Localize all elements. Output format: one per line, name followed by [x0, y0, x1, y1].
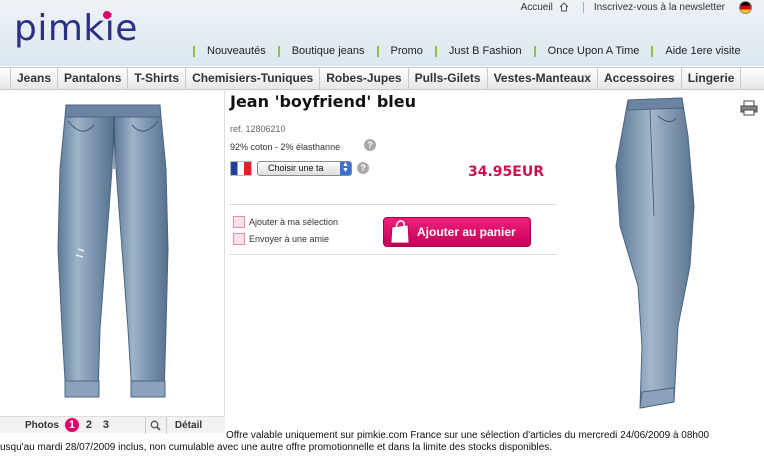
- nav-label: Boutique jeans: [291, 45, 365, 57]
- send-friend-icon: [233, 233, 245, 245]
- size-help-icon[interactable]: ?: [357, 162, 369, 174]
- nav-separator: [376, 45, 379, 57]
- print-icon[interactable]: [740, 100, 758, 116]
- newsletter-link[interactable]: Inscrivez-vous à la newsletter: [594, 2, 725, 13]
- nav-label: Just B Fashion: [448, 45, 522, 57]
- nav-separator: [651, 45, 654, 57]
- composition-help-icon[interactable]: ?: [364, 139, 376, 151]
- germany-flag-icon[interactable]: [739, 0, 752, 14]
- category-vestes-manteaux[interactable]: Vestes-Manteaux: [488, 68, 598, 89]
- add-to-cart-label: Ajouter au panier: [417, 225, 516, 239]
- add-to-selection-label: Ajouter à ma sélection: [249, 217, 339, 227]
- top-link-separator: [582, 1, 584, 13]
- product-image-front[interactable]: [48, 99, 178, 404]
- nav-separator: [277, 45, 280, 57]
- photos-label: Photos: [25, 419, 59, 431]
- home-icon: [559, 2, 569, 12]
- shopping-bag-icon: [390, 220, 410, 244]
- category-lingerie[interactable]: Lingerie: [682, 68, 742, 89]
- category-t-shirts[interactable]: T-Shirts: [128, 68, 187, 89]
- nav-label: Nouveautés: [207, 45, 266, 57]
- nav-item-promo[interactable]: Promo: [365, 45, 423, 57]
- size-select-value: Choisir une ta: [268, 163, 324, 173]
- product-title: Jean 'boyfriend' bleu: [230, 92, 417, 111]
- logo-dot: [103, 11, 111, 19]
- nav-item-just-b-fashion[interactable]: Just B Fashion: [423, 45, 522, 57]
- category-bar: Jeans Pantalons T-Shirts Chemisiers-Tuni…: [0, 67, 764, 90]
- divider: [229, 254, 557, 255]
- product-image-side[interactable]: [598, 96, 708, 414]
- product-reference: ref. 12806210: [230, 124, 286, 134]
- detail-link[interactable]: Détail: [175, 420, 202, 431]
- category-pantalons[interactable]: Pantalons: [58, 68, 129, 89]
- divider: [229, 204, 557, 205]
- nav-item-boutique-jeans[interactable]: Boutique jeans: [266, 45, 365, 57]
- select-arrow-icon: ▲ ▼: [340, 161, 351, 175]
- send-to-friend-link[interactable]: Envoyer à une amie: [233, 233, 329, 245]
- send-to-friend-label: Envoyer à une amie: [249, 234, 330, 244]
- selection-icon: [233, 216, 245, 228]
- main-nav: Nouveautés Boutique jeans Promo Just B F…: [193, 43, 741, 59]
- category-pulls-gilets[interactable]: Pulls-Gilets: [409, 68, 488, 89]
- offer-notice: Offre valable uniquement sur pimkie.com …: [0, 430, 764, 454]
- nav-label: Promo: [390, 45, 423, 57]
- product-composition: 92% coton - 2% élasthanne: [230, 142, 341, 152]
- site-header: pimkie Accueil Inscrivez-vous à la newsl…: [0, 0, 764, 66]
- nav-separator: [434, 45, 437, 57]
- product-image-panel: [0, 91, 225, 416]
- nav-item-aide[interactable]: Aide 1ere visite: [639, 45, 741, 57]
- product-price: 34.95EUR: [468, 164, 544, 180]
- top-links: Accueil Inscrivez-vous à la newsletter: [521, 0, 752, 14]
- home-link-label: Accueil: [520, 1, 553, 13]
- category-robes-jupes[interactable]: Robes-Jupes: [320, 68, 409, 89]
- category-jeans[interactable]: Jeans: [10, 68, 59, 89]
- category-accessoires[interactable]: Accessoires: [598, 68, 682, 89]
- nav-separator: [193, 45, 195, 57]
- zoom-icon: [150, 420, 161, 431]
- add-to-selection-link[interactable]: Ajouter à ma sélection: [233, 216, 338, 228]
- add-to-cart-button[interactable]: Ajouter au panier: [383, 217, 531, 247]
- nav-label: Aide 1ere visite: [665, 45, 741, 57]
- nav-item-nouveautes[interactable]: Nouveautés: [193, 45, 266, 57]
- nav-label: Once Upon A Time: [547, 45, 640, 57]
- category-chemisiers-tuniques[interactable]: Chemisiers-Tuniques: [186, 68, 321, 89]
- offer-notice-line-2: usqu'au mardi 28/07/2009 inclus, non cum…: [0, 442, 553, 453]
- nav-item-once-upon-a-time[interactable]: Once Upon A Time: [522, 45, 640, 57]
- size-select[interactable]: Choisir une ta ▲ ▼: [257, 161, 352, 176]
- offer-notice-line-1: Offre valable uniquement sur pimkie.com …: [226, 430, 710, 441]
- home-link[interactable]: Accueil: [521, 2, 569, 13]
- pimkie-logo[interactable]: pimkie: [14, 6, 138, 52]
- nav-separator: [533, 45, 536, 57]
- france-flag-icon: [230, 161, 252, 176]
